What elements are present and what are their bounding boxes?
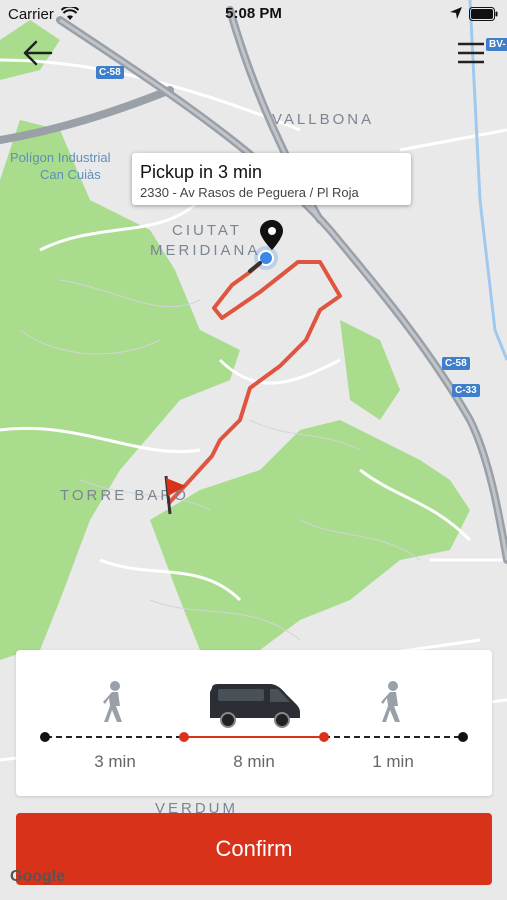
pickup-callout-address: 2330 - Av Rasos de Peguera / Pl Roja: [140, 185, 359, 200]
walk-icon: [103, 681, 122, 722]
menu-icon[interactable]: [455, 40, 487, 66]
place-label-ciutat: CIUTAT: [172, 222, 242, 239]
van-icon: [210, 684, 300, 728]
road-shield-c58: C-58: [96, 66, 124, 79]
status-bar: Carrier 5:08 PM: [0, 0, 507, 28]
walk-to-destination-duration: 1 min: [372, 752, 414, 771]
back-arrow-icon[interactable]: [22, 38, 54, 68]
google-logo: Google: [10, 868, 66, 885]
ride-duration: 8 min: [233, 752, 275, 771]
destination-flag-icon: [164, 475, 186, 515]
place-label-vallbona: VALLBONA: [272, 111, 375, 128]
status-time: 5:08 PM: [225, 5, 282, 22]
poi-label-poligon: Polígon Industrial: [10, 150, 111, 165]
place-label-meridiana: MERIDIANA: [150, 242, 261, 259]
pickup-pin-icon[interactable]: [246, 218, 286, 278]
poi-label-can-cuias: Can Cuiàs: [40, 167, 101, 182]
confirm-button[interactable]: Confirm: [16, 813, 492, 885]
road-shield-bv: BV-: [486, 38, 507, 51]
pickup-callout[interactable]: Pickup in 3 min 2330 - Av Rasos de Pegue…: [132, 153, 411, 205]
trip-summary-card: 3 min 8 min 1 min: [16, 650, 492, 796]
trip-timeline: [40, 732, 468, 742]
battery-icon: [469, 7, 498, 21]
pickup-callout-title: Pickup in 3 min: [140, 162, 263, 182]
walk-icon-2: [381, 681, 400, 722]
walk-to-pickup-duration: 3 min: [94, 752, 136, 771]
road-shield-c58-2: C-58: [442, 357, 470, 370]
location-arrow-icon: [450, 7, 462, 19]
road-shield-c33: C-33: [452, 384, 480, 397]
